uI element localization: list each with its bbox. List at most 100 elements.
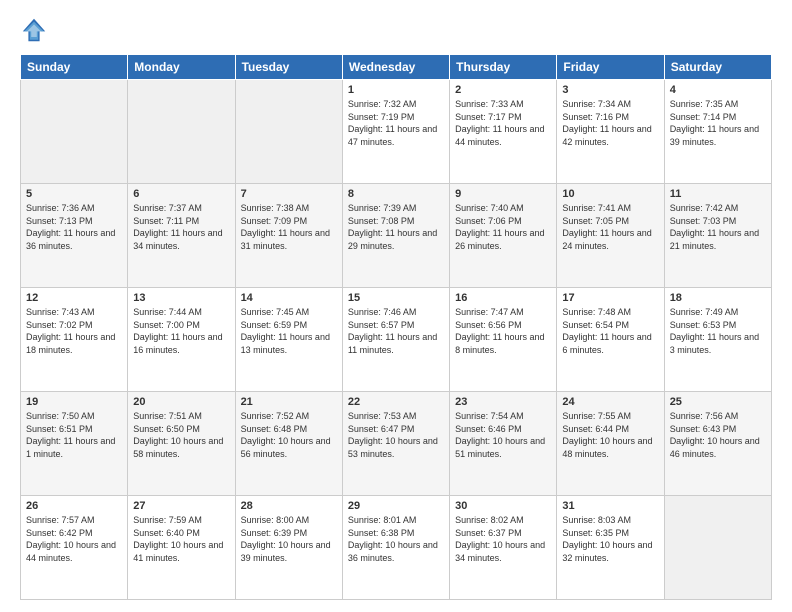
- day-number: 5: [26, 188, 122, 200]
- calendar-header-tuesday: Tuesday: [235, 55, 342, 80]
- day-info: Sunrise: 7:56 AM Sunset: 6:43 PM Dayligh…: [670, 410, 766, 460]
- day-number: 17: [562, 292, 658, 304]
- day-info: Sunrise: 8:03 AM Sunset: 6:35 PM Dayligh…: [562, 514, 658, 564]
- calendar-cell: 28 Sunrise: 8:00 AM Sunset: 6:39 PM Dayli…: [235, 496, 342, 600]
- day-info: Sunrise: 7:40 AM Sunset: 7:06 PM Dayligh…: [455, 202, 551, 252]
- calendar-cell: 18Sunrise: 7:49 AM Sunset: 6:53 PM Dayli…: [664, 288, 771, 392]
- day-info: Sunrise: 7:39 AM Sunset: 7:08 PM Dayligh…: [348, 202, 444, 252]
- calendar-cell: 15 Sunrise: 7:46 AM Sunset: 6:57 PM Dayli…: [342, 288, 449, 392]
- day-number: 21: [241, 396, 337, 408]
- day-info: Sunrise: 7:49 AM Sunset: 6:53 PM Dayligh…: [670, 306, 766, 356]
- day-info: Sunrise: 7:43 AM Sunset: 7:02 PM Dayligh…: [26, 306, 122, 356]
- day-number: 15: [348, 292, 444, 304]
- day-number: 26: [26, 500, 122, 512]
- calendar-week-row: 26 Sunrise: 7:57 AM Sunset: 6:42 PM Dayli…: [21, 496, 772, 600]
- calendar-header-sunday: Sunday: [21, 55, 128, 80]
- day-number: 9: [455, 188, 551, 200]
- day-info: Sunrise: 8:00 AM Sunset: 6:39 PM Dayligh…: [241, 514, 337, 564]
- day-number: 16: [455, 292, 551, 304]
- calendar-cell: 31 Sunrise: 8:03 AM Sunset: 6:35 PM Dayli…: [557, 496, 664, 600]
- day-number: 2: [455, 84, 551, 96]
- day-number: 12: [26, 292, 122, 304]
- day-number: 23: [455, 396, 551, 408]
- day-info: Sunrise: 7:46 AM Sunset: 6:57 PM Dayligh…: [348, 306, 444, 356]
- calendar-cell: 10Sunrise: 7:41 AM Sunset: 7:05 PM Dayli…: [557, 184, 664, 288]
- calendar-cell: 12 Sunrise: 7:43 AM Sunset: 7:02 PM Dayli…: [21, 288, 128, 392]
- calendar-cell: 29 Sunrise: 8:01 AM Sunset: 6:38 PM Dayli…: [342, 496, 449, 600]
- day-info: Sunrise: 8:02 AM Sunset: 6:37 PM Dayligh…: [455, 514, 551, 564]
- day-info: Sunrise: 7:35 AM Sunset: 7:14 PM Dayligh…: [670, 98, 766, 148]
- day-info: Sunrise: 7:55 AM Sunset: 6:44 PM Dayligh…: [562, 410, 658, 460]
- calendar-cell: 27 Sunrise: 7:59 AM Sunset: 6:40 PM Dayli…: [128, 496, 235, 600]
- day-info: Sunrise: 7:50 AM Sunset: 6:51 PM Dayligh…: [26, 410, 122, 460]
- calendar-cell: 19Sunrise: 7:50 AM Sunset: 6:51 PM Dayli…: [21, 392, 128, 496]
- day-info: Sunrise: 7:33 AM Sunset: 7:17 PM Dayligh…: [455, 98, 551, 148]
- calendar-cell: 9 Sunrise: 7:40 AM Sunset: 7:06 PM Daylig…: [450, 184, 557, 288]
- calendar-cell: [128, 80, 235, 184]
- day-number: 1: [348, 84, 444, 96]
- day-info: Sunrise: 8:01 AM Sunset: 6:38 PM Dayligh…: [348, 514, 444, 564]
- calendar-week-row: 1 Sunrise: 7:32 AM Sunset: 7:19 PM Daylig…: [21, 80, 772, 184]
- day-info: Sunrise: 7:47 AM Sunset: 6:56 PM Dayligh…: [455, 306, 551, 356]
- day-info: Sunrise: 7:34 AM Sunset: 7:16 PM Dayligh…: [562, 98, 658, 148]
- calendar-cell: 13Sunrise: 7:44 AM Sunset: 7:00 PM Dayli…: [128, 288, 235, 392]
- day-number: 13: [133, 292, 229, 304]
- day-number: 29: [348, 500, 444, 512]
- page: SundayMondayTuesdayWednesdayThursdayFrid…: [0, 0, 792, 612]
- day-number: 28: [241, 500, 337, 512]
- calendar-cell: [235, 80, 342, 184]
- day-number: 6: [133, 188, 229, 200]
- calendar-cell: 1 Sunrise: 7:32 AM Sunset: 7:19 PM Daylig…: [342, 80, 449, 184]
- day-number: 24: [562, 396, 658, 408]
- day-info: Sunrise: 7:51 AM Sunset: 6:50 PM Dayligh…: [133, 410, 229, 460]
- calendar-table: SundayMondayTuesdayWednesdayThursdayFrid…: [20, 54, 772, 600]
- day-number: 30: [455, 500, 551, 512]
- day-info: Sunrise: 7:53 AM Sunset: 6:47 PM Dayligh…: [348, 410, 444, 460]
- day-info: Sunrise: 7:41 AM Sunset: 7:05 PM Dayligh…: [562, 202, 658, 252]
- calendar-cell: 16 Sunrise: 7:47 AM Sunset: 6:56 PM Dayli…: [450, 288, 557, 392]
- calendar-cell: 2 Sunrise: 7:33 AM Sunset: 7:17 PM Daylig…: [450, 80, 557, 184]
- day-info: Sunrise: 7:48 AM Sunset: 6:54 PM Dayligh…: [562, 306, 658, 356]
- calendar-cell: 21 Sunrise: 7:52 AM Sunset: 6:48 PM Dayli…: [235, 392, 342, 496]
- day-info: Sunrise: 7:57 AM Sunset: 6:42 PM Dayligh…: [26, 514, 122, 564]
- day-number: 11: [670, 188, 766, 200]
- day-info: Sunrise: 7:42 AM Sunset: 7:03 PM Dayligh…: [670, 202, 766, 252]
- day-info: Sunrise: 7:37 AM Sunset: 7:11 PM Dayligh…: [133, 202, 229, 252]
- calendar-cell: 6 Sunrise: 7:37 AM Sunset: 7:11 PM Daylig…: [128, 184, 235, 288]
- day-number: 27: [133, 500, 229, 512]
- calendar-cell: 25 Sunrise: 7:56 AM Sunset: 6:43 PM Dayli…: [664, 392, 771, 496]
- day-number: 22: [348, 396, 444, 408]
- day-info: Sunrise: 7:52 AM Sunset: 6:48 PM Dayligh…: [241, 410, 337, 460]
- calendar-week-row: 12 Sunrise: 7:43 AM Sunset: 7:02 PM Dayli…: [21, 288, 772, 392]
- logo: [20, 16, 52, 44]
- calendar-cell: 23Sunrise: 7:54 AM Sunset: 6:46 PM Dayli…: [450, 392, 557, 496]
- logo-icon: [20, 16, 48, 44]
- day-info: Sunrise: 7:45 AM Sunset: 6:59 PM Dayligh…: [241, 306, 337, 356]
- calendar-header-thursday: Thursday: [450, 55, 557, 80]
- calendar-cell: 11 Sunrise: 7:42 AM Sunset: 7:03 PM Dayli…: [664, 184, 771, 288]
- day-info: Sunrise: 7:59 AM Sunset: 6:40 PM Dayligh…: [133, 514, 229, 564]
- day-number: 25: [670, 396, 766, 408]
- day-info: Sunrise: 7:38 AM Sunset: 7:09 PM Dayligh…: [241, 202, 337, 252]
- calendar-cell: 17 Sunrise: 7:48 AM Sunset: 6:54 PM Dayli…: [557, 288, 664, 392]
- calendar-cell: 3Sunrise: 7:34 AM Sunset: 7:16 PM Daylig…: [557, 80, 664, 184]
- calendar-cell: 20 Sunrise: 7:51 AM Sunset: 6:50 PM Dayli…: [128, 392, 235, 496]
- calendar-header-row: SundayMondayTuesdayWednesdayThursdayFrid…: [21, 55, 772, 80]
- header: [20, 16, 772, 44]
- calendar-cell: 5Sunrise: 7:36 AM Sunset: 7:13 PM Daylig…: [21, 184, 128, 288]
- calendar-cell: 14 Sunrise: 7:45 AM Sunset: 6:59 PM Dayli…: [235, 288, 342, 392]
- day-number: 31: [562, 500, 658, 512]
- calendar-cell: 22 Sunrise: 7:53 AM Sunset: 6:47 PM Dayli…: [342, 392, 449, 496]
- day-info: Sunrise: 7:32 AM Sunset: 7:19 PM Dayligh…: [348, 98, 444, 148]
- calendar-cell: [664, 496, 771, 600]
- calendar-cell: 7 Sunrise: 7:38 AM Sunset: 7:09 PM Daylig…: [235, 184, 342, 288]
- day-number: 7: [241, 188, 337, 200]
- day-number: 8: [348, 188, 444, 200]
- day-number: 4: [670, 84, 766, 96]
- calendar-cell: 8 Sunrise: 7:39 AM Sunset: 7:08 PM Daylig…: [342, 184, 449, 288]
- calendar-header-friday: Friday: [557, 55, 664, 80]
- day-number: 20: [133, 396, 229, 408]
- day-number: 14: [241, 292, 337, 304]
- calendar-cell: [21, 80, 128, 184]
- calendar-header-monday: Monday: [128, 55, 235, 80]
